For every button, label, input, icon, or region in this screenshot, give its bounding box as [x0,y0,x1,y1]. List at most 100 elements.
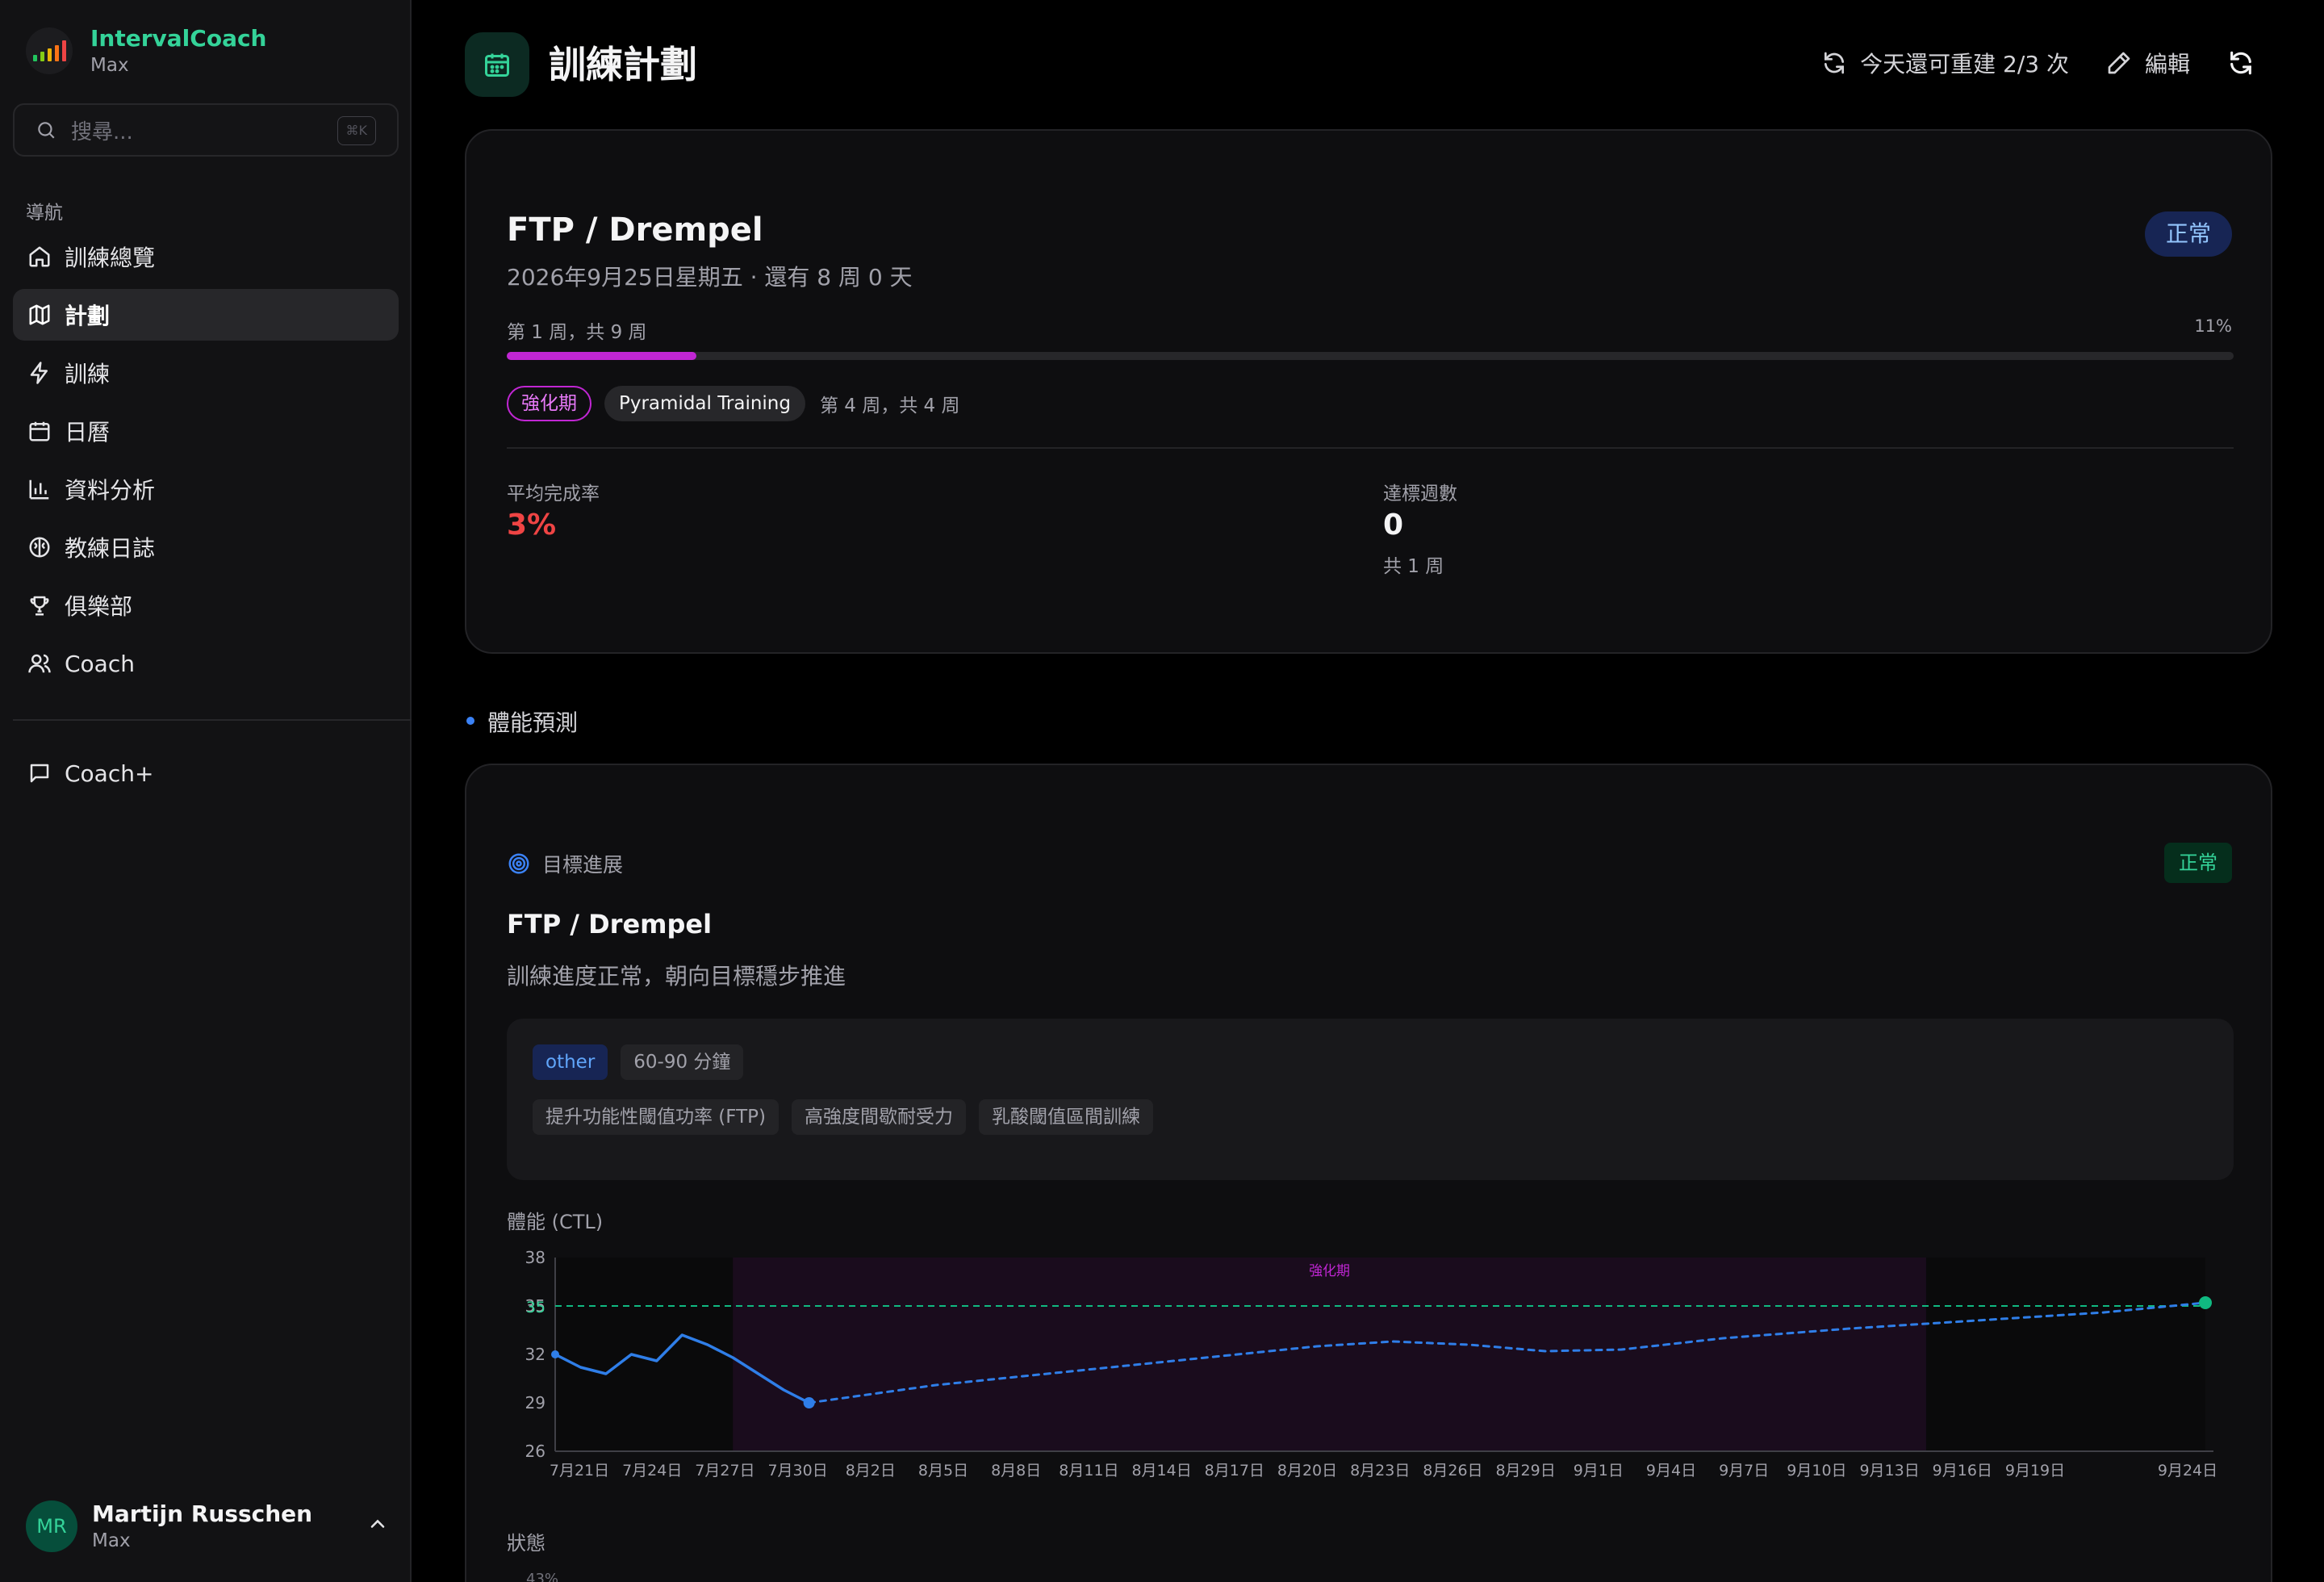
x-tick-label: 8月29日 [1495,1462,1555,1479]
goal-progress-header: 目標進展 [507,849,623,878]
user-name: Martijn Russchen [92,1500,313,1527]
users-icon [26,650,53,677]
refresh-button[interactable] [2227,49,2268,77]
lightning-icon [26,359,53,387]
x-tick-label: 8月23日 [1350,1462,1410,1479]
search-shortcut: ⌘K [336,116,376,145]
section-dot [466,717,474,725]
user-subtitle: Max [92,1530,131,1551]
x-tick-label: 9月10日 [1787,1462,1846,1479]
x-tick-label: 8月2日 [846,1462,896,1479]
x-tick-label: 9月19日 [2005,1462,2065,1479]
plan-progress-bar [507,352,2234,360]
brain-icon [26,534,53,561]
x-tick-label: 8月5日 [918,1462,968,1479]
plan-name-badge: Pyramidal Training [604,386,805,421]
sidebar-item-analytics[interactable]: 資料分析 [13,463,399,515]
progress-percent: 11% [2194,316,2232,336]
sidebar-item-overview[interactable]: 訓練總覽 [13,231,399,282]
page-title: 訓練計劃 [549,43,697,86]
home-icon [26,243,53,270]
y-tick-label: 32 [525,1345,545,1364]
phase-week-label: 第 4 周，共 4 周 [819,396,960,416]
edit-button[interactable]: 編輯 [2106,47,2190,79]
map-icon [26,301,53,329]
x-tick-label: 9月4日 [1646,1462,1696,1479]
section-title: 體能預測 [487,709,579,736]
phase-band-label: 強化期 [1309,1263,1350,1279]
state-chart-label: 狀態 [507,1532,545,1555]
goal-progress-card: 目標進展 正常 FTP / Drempel 訓練進度正常，朝向目標穩步推進 ot… [465,764,2272,1582]
current-point [803,1397,815,1408]
x-tick-label: 8月26日 [1423,1462,1482,1479]
x-tick-label: 9月13日 [1859,1462,1919,1479]
trophy-icon [26,592,53,619]
sidebar-item-coach[interactable]: Coach [13,638,399,689]
goal-progress-description: 訓練進度正常，朝向目標穩步推進 [507,963,846,990]
sidebar-item-club[interactable]: 俱樂部 [13,580,399,631]
x-tick-label: 9月16日 [1933,1462,1992,1479]
x-tick-label: 7月30日 [767,1462,827,1479]
header-actions: 今天還可重建 2/3 次 編輯 [1784,47,2268,79]
user-menu[interactable]: MR Martijn Russchen Max [26,1500,389,1553]
state-chart-first-tick: 43% [526,1571,559,1582]
weeks-met-label: 達標週數 [1383,483,1457,504]
plan-progress-fill [507,352,697,360]
sidebar-item-coach-log[interactable]: 教練日誌 [13,521,399,573]
x-tick-label: 8月17日 [1205,1462,1264,1479]
goal-title: FTP / Drempel [507,211,763,249]
search-icon [38,122,55,139]
x-tick-label: 7月27日 [695,1462,754,1479]
goal-status-badge: 正常 [2164,843,2232,883]
x-tick-label: 8月11日 [1059,1462,1118,1479]
sidebar-item-workouts[interactable]: 訓練 [13,347,399,399]
rebuild-label: 今天還可重建 2/3 次 [1860,51,2069,77]
sidebar-item-label: 日曆 [65,419,111,446]
plan-calendar-icon [465,32,529,97]
search-placeholder: 搜尋... [71,119,133,144]
chevron-up-icon[interactable] [366,1513,389,1535]
app-subtitle: Max [90,55,129,76]
search-input[interactable]: 搜尋... ⌘K [13,103,399,157]
avg-completion-label: 平均完成率 [507,483,600,504]
focus-tag: 乳酸閾值區間訓練 [979,1099,1154,1135]
x-tick-label: 7月21日 [550,1462,609,1479]
brand[interactable]: IntervalCoach Max [26,24,267,77]
duration-tag: 60-90 分鐘 [621,1044,744,1080]
x-tick-label: 8月8日 [991,1462,1041,1479]
edit-label: 編輯 [2144,51,2190,77]
app-logo [26,27,73,74]
sidebar-item-label: 俱樂部 [65,593,133,620]
sidebar-divider [13,719,412,721]
avatar: MR [26,1500,77,1552]
refresh-icon [2230,51,2251,75]
sidebar-item-coach-plus[interactable]: Coach+ [13,747,399,799]
sidebar-item-label: 訓練 [65,361,111,387]
plan-summary-card: FTP / Drempel 2026年9月25日星期五 · 還有 8 周 0 天… [465,129,2272,654]
x-tick-label: 8月14日 [1131,1462,1191,1479]
weeks-total: 共 1 周 [1383,556,1444,577]
calendar-icon [26,417,53,445]
y-tick-label: 38 [525,1248,545,1267]
goal-tags-box: other 60-90 分鐘 提升功能性閾值功率 (FTP) 高強度間歇耐受力 … [507,1019,2234,1180]
week-progress-label: 第 1 周，共 9 周 [507,322,647,343]
sidebar-item-calendar[interactable]: 日曆 [13,405,399,457]
sport-tag: other [533,1044,608,1080]
chat-icon [26,760,53,787]
sidebar-item-label: 訓練總覽 [65,245,156,271]
ctl-chart: 強化期3835322926357月21日 7月24日 7月27日 7月30日 8月2日 8… [525,1248,2218,1479]
rebuild-button[interactable]: 今天還可重建 2/3 次 [1821,47,2069,79]
sidebar: IntervalCoach Max 搜尋... ⌘K 導航 訓練總覽 計劃 訓練… [0,0,412,1582]
sidebar-item-plan[interactable]: 計劃 [13,289,399,341]
target-icon [508,853,529,874]
card-divider [507,447,2234,449]
goal-progress-label: 目標進展 [542,853,624,877]
avg-completion-value: 3% [507,508,557,542]
status-badge: 正常 [2144,211,2232,257]
focus-tag: 高強度間歇耐受力 [792,1099,967,1135]
sidebar-item-label: Coach [65,650,135,677]
x-tick-label: 8月20日 [1277,1462,1337,1479]
pencil-icon [2108,52,2130,74]
sidebar-item-label: 計劃 [65,303,111,329]
x-tick-label: 9月7日 [1719,1462,1769,1479]
